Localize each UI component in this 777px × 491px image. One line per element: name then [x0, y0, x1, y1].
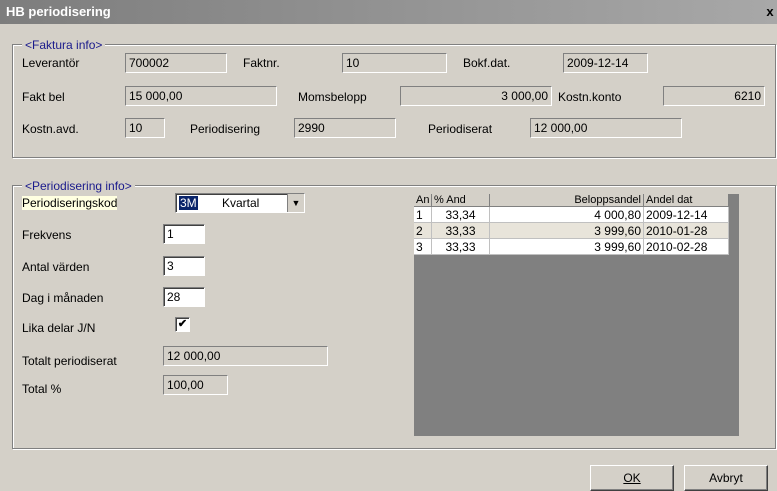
faktbel-field: 15 000,00: [125, 86, 277, 106]
faktbel-label: Fakt bel: [22, 90, 65, 104]
avbryt-button[interactable]: Avbryt: [684, 465, 768, 491]
totalpct-label: Total %: [22, 382, 62, 396]
kostnavd-field: 10: [125, 118, 165, 138]
table-row[interactable]: 1 33,34 4 000,80 2009-12-14: [414, 207, 729, 223]
kod-text: Kvartal: [222, 196, 260, 210]
antal-label: Antal värden: [22, 260, 90, 274]
grid-cell: 4 000,80: [490, 207, 644, 223]
kod-label: Periodiseringskod: [22, 196, 118, 210]
bokfdat-label: Bokf.dat.: [463, 56, 511, 70]
kostnkonto-field: 6210: [663, 86, 765, 106]
avbryt-button-label: Avbryt: [709, 471, 743, 485]
grid-cell: 33,33: [432, 239, 490, 255]
periodisering-grid[interactable]: An % And Beloppsandel Andel dat 1 33,34 …: [414, 194, 739, 436]
lika-label: Lika delar J/N: [22, 321, 96, 335]
title-bar: HB periodisering x: [0, 0, 777, 24]
grid-cell: 2010-01-28: [644, 223, 729, 239]
close-button[interactable]: x: [763, 4, 777, 20]
chevron-down-icon[interactable]: ▼: [287, 194, 304, 212]
totalt-label: Totalt periodiserat: [22, 354, 117, 368]
frekvens-label: Frekvens: [22, 228, 72, 242]
faktura-info-legend: <Faktura info>: [22, 38, 106, 52]
periodisering-info-legend: <Periodisering info>: [22, 179, 135, 193]
moms-label: Momsbelopp: [298, 90, 367, 104]
grid-cell: 2010-02-28: [644, 239, 729, 255]
frekvens-input[interactable]: 1: [163, 224, 205, 244]
kod-dropdown[interactable]: 3M Kvartal ▼: [175, 193, 305, 213]
grid-header[interactable]: An: [414, 194, 432, 207]
leverantor-label: Leverantör: [22, 56, 80, 70]
grid-cell: 3 999,60: [490, 223, 644, 239]
kostnkonto-label: Kostn.konto: [558, 90, 622, 104]
leverantor-field: 700002: [125, 53, 227, 73]
dag-input[interactable]: 28: [163, 287, 205, 307]
moms-field: 3 000,00: [400, 86, 552, 106]
antal-input[interactable]: 3: [163, 256, 205, 276]
grid-cell: 33,34: [432, 207, 490, 223]
grid-cell: 33,33: [432, 223, 490, 239]
table-row[interactable]: 2 33,33 3 999,60 2010-01-28: [414, 223, 729, 239]
grid-header[interactable]: Andel dat: [644, 194, 729, 207]
table-row[interactable]: 3 33,33 3 999,60 2010-02-28: [414, 239, 729, 255]
faktnr-field: 10: [342, 53, 447, 73]
window-title: HB periodisering: [6, 4, 111, 19]
dag-label: Dag i månaden: [22, 291, 104, 305]
kostnavd-label: Kostn.avd.: [22, 122, 79, 136]
grid-cell: 3: [414, 239, 432, 255]
totalt-field: 12 000,00: [163, 346, 328, 366]
periodiserat-label: Periodiserat: [428, 122, 493, 136]
period-field: 2990: [294, 118, 396, 138]
grid-header[interactable]: % And: [432, 194, 490, 207]
faktnr-label: Faktnr.: [243, 56, 280, 70]
ok-button-label: OK: [623, 471, 641, 485]
grid-cell: 1: [414, 207, 432, 223]
kod-value: 3M: [179, 196, 198, 210]
ok-button[interactable]: OK: [590, 465, 674, 491]
lika-checkbox[interactable]: ✔: [175, 317, 190, 332]
grid-cell: 2: [414, 223, 432, 239]
bokfdat-field: 2009-12-14: [563, 53, 648, 73]
grid-header[interactable]: Beloppsandel: [490, 194, 644, 207]
totalpct-field: 100,00: [163, 375, 228, 395]
grid-cell: 3 999,60: [490, 239, 644, 255]
period-label: Periodisering: [190, 122, 261, 136]
grid-cell: 2009-12-14: [644, 207, 729, 223]
periodiserat-field: 12 000,00: [530, 118, 682, 138]
